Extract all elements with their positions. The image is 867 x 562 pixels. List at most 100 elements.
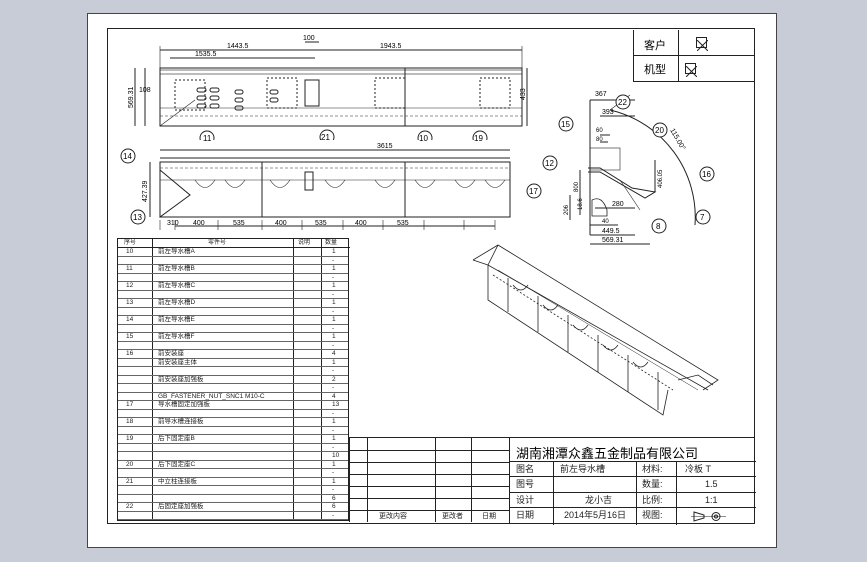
- scale-value: 1:1: [705, 495, 718, 505]
- bom-cell-no: 12: [126, 282, 134, 289]
- bom-row: -: [118, 469, 348, 478]
- bom-cell-qty: -: [332, 290, 335, 298]
- bom-cell-no: 15: [126, 333, 134, 340]
- bom-cell-name: 前左导水槽E: [158, 316, 195, 323]
- bom-row: 18 前导水槽连接板 1: [118, 418, 348, 427]
- bom-row: 15 前左导水槽F 1: [118, 333, 348, 342]
- bom-cell-no: 10: [126, 248, 134, 255]
- bom-row: 10 前左导水槽A 1: [118, 248, 348, 257]
- qty-value: 1.5: [705, 479, 718, 489]
- bom-cell-name: 前左导水槽F: [158, 333, 195, 340]
- bom-cell-qty: 1: [332, 418, 336, 425]
- dim-text: 80: [596, 137, 603, 143]
- design-label: 设计: [516, 495, 535, 505]
- bom-cell-no: 20: [126, 460, 134, 468]
- bom-cell-qty: -: [332, 307, 335, 315]
- balloon-label: 13: [133, 213, 142, 222]
- bom-cell-qty: 13: [332, 401, 340, 408]
- bom-row: -: [118, 443, 348, 452]
- dim-text: 100: [303, 35, 315, 42]
- front-view-balloons: 14 13: [120, 148, 146, 225]
- dim-text: 206: [564, 204, 570, 215]
- bom-row: -: [118, 273, 348, 282]
- bom-row: -: [118, 427, 348, 435]
- model-checkbox[interactable]: [685, 63, 698, 78]
- rev-header: 更改者: [442, 513, 463, 520]
- bom-cell-qty: -: [332, 273, 335, 281]
- bom-cell-qty: -: [332, 384, 335, 391]
- dim-text: 393: [602, 109, 614, 116]
- dim-text: 535: [397, 220, 409, 227]
- bom-row: -: [118, 367, 348, 376]
- bom-cell-qty: 4: [332, 350, 336, 357]
- dim-text: 535: [315, 220, 327, 227]
- bom-cell-qty: 1: [332, 333, 336, 340]
- bom-row: 21 中立柱连接板 1: [118, 477, 348, 486]
- balloon-label: 15: [561, 120, 570, 129]
- bom-row: 20 后下固定座C 1: [118, 460, 348, 469]
- bom-cell-name: 导水槽固定加强板: [158, 401, 210, 408]
- bom-row: -: [118, 486, 348, 495]
- customer-checkbox[interactable]: [696, 37, 709, 52]
- balloon-label: 7: [700, 213, 705, 222]
- qty-label: 数量:: [642, 479, 663, 489]
- bom-row: -: [118, 307, 348, 316]
- side-view: 367 393 60 80 115.00° 406.05 800 206 18.…: [526, 91, 715, 245]
- front-view: 3615 427.39 310 400 535 400 535 400 535: [142, 143, 511, 230]
- revision-block: 更改内容 更改者 日期: [349, 437, 509, 522]
- bom-cell-no: 21: [126, 477, 134, 485]
- bom-header: 说明: [298, 240, 311, 246]
- dim-text: 18.6: [578, 198, 584, 210]
- company-name: 湖南湘潭众鑫五金制品有限公司: [516, 446, 699, 461]
- bom-row: 11 前左导水槽B 1: [118, 265, 348, 274]
- title-block: 湖南湘潭众鑫五金制品有限公司 图名 前左导水槽 材料: 冷板 T 图号 数量: …: [509, 437, 756, 525]
- dim-text: 406.05: [658, 169, 664, 188]
- rev-header: 更改内容: [379, 513, 407, 520]
- dim-text: 449.5: [602, 228, 620, 235]
- dim-text: 108: [139, 87, 151, 94]
- material-label: 材料:: [642, 464, 663, 474]
- bom-row: -: [118, 341, 348, 350]
- balloon-label: 12: [545, 159, 554, 168]
- bom-cell-qty: 1: [332, 282, 336, 289]
- bom-cell-name: 前左导水槽A: [158, 248, 195, 255]
- bom-cell-qty: 1: [332, 358, 336, 366]
- model-label: 机型: [644, 64, 666, 76]
- bom-row: 16 前安装座 4: [118, 350, 348, 359]
- bom-cell-qty: -: [332, 443, 335, 451]
- bom-row: -: [118, 257, 348, 265]
- bom-cell-name: 后下固定座C: [158, 460, 196, 468]
- bom-cell-name: 前左导水槽D: [158, 299, 196, 306]
- bom-cell-name: 前安装座加强板: [158, 375, 204, 383]
- bom-cell-qty: -: [332, 511, 335, 519]
- dim-text: 400: [193, 220, 205, 227]
- bom-table: 序号 零件号 说明 数量 10 前左导水槽A 1-11 前左导水槽B 1-12 前左导水槽…: [117, 238, 350, 521]
- bom-row: 6: [118, 494, 348, 503]
- bom-row: -: [118, 384, 348, 393]
- bom-cell-name: GB_FASTENER_NUT_SNC1 M10-C: [158, 392, 265, 400]
- bom-cell-qty: -: [332, 409, 335, 417]
- bom-cell-no: 16: [126, 350, 134, 357]
- bom-cell-no: 13: [126, 299, 134, 306]
- bom-cell-no: 22: [126, 503, 134, 510]
- bom-cell-qty: -: [332, 341, 335, 349]
- dim-text: 1535.5: [195, 51, 217, 58]
- balloon-label: 8: [656, 222, 661, 231]
- design-value: 龙小吉: [585, 495, 613, 505]
- bom-cell-qty: 1: [332, 460, 336, 468]
- bom-cell-no: 17: [126, 401, 134, 408]
- bom-cell-name: 前左导水槽C: [158, 282, 196, 289]
- bom-cell-name: 前安装座主体: [158, 358, 197, 366]
- isometric-view: [472, 244, 719, 416]
- bom-header: 数量: [325, 240, 338, 246]
- dim-text: 60: [596, 128, 603, 134]
- bom-cell-qty: -: [332, 469, 335, 476]
- checkbox-cross-icon: [696, 39, 709, 52]
- bom-cell-qty: 1: [332, 299, 336, 306]
- bom-cell-no: 11: [126, 265, 133, 272]
- balloon-label: 20: [655, 126, 664, 135]
- bom-cell-qty: 10: [332, 452, 340, 459]
- bom-cell-qty: -: [332, 486, 335, 493]
- bom-cell-qty: 6: [332, 494, 336, 502]
- dim-text: 400: [275, 220, 287, 227]
